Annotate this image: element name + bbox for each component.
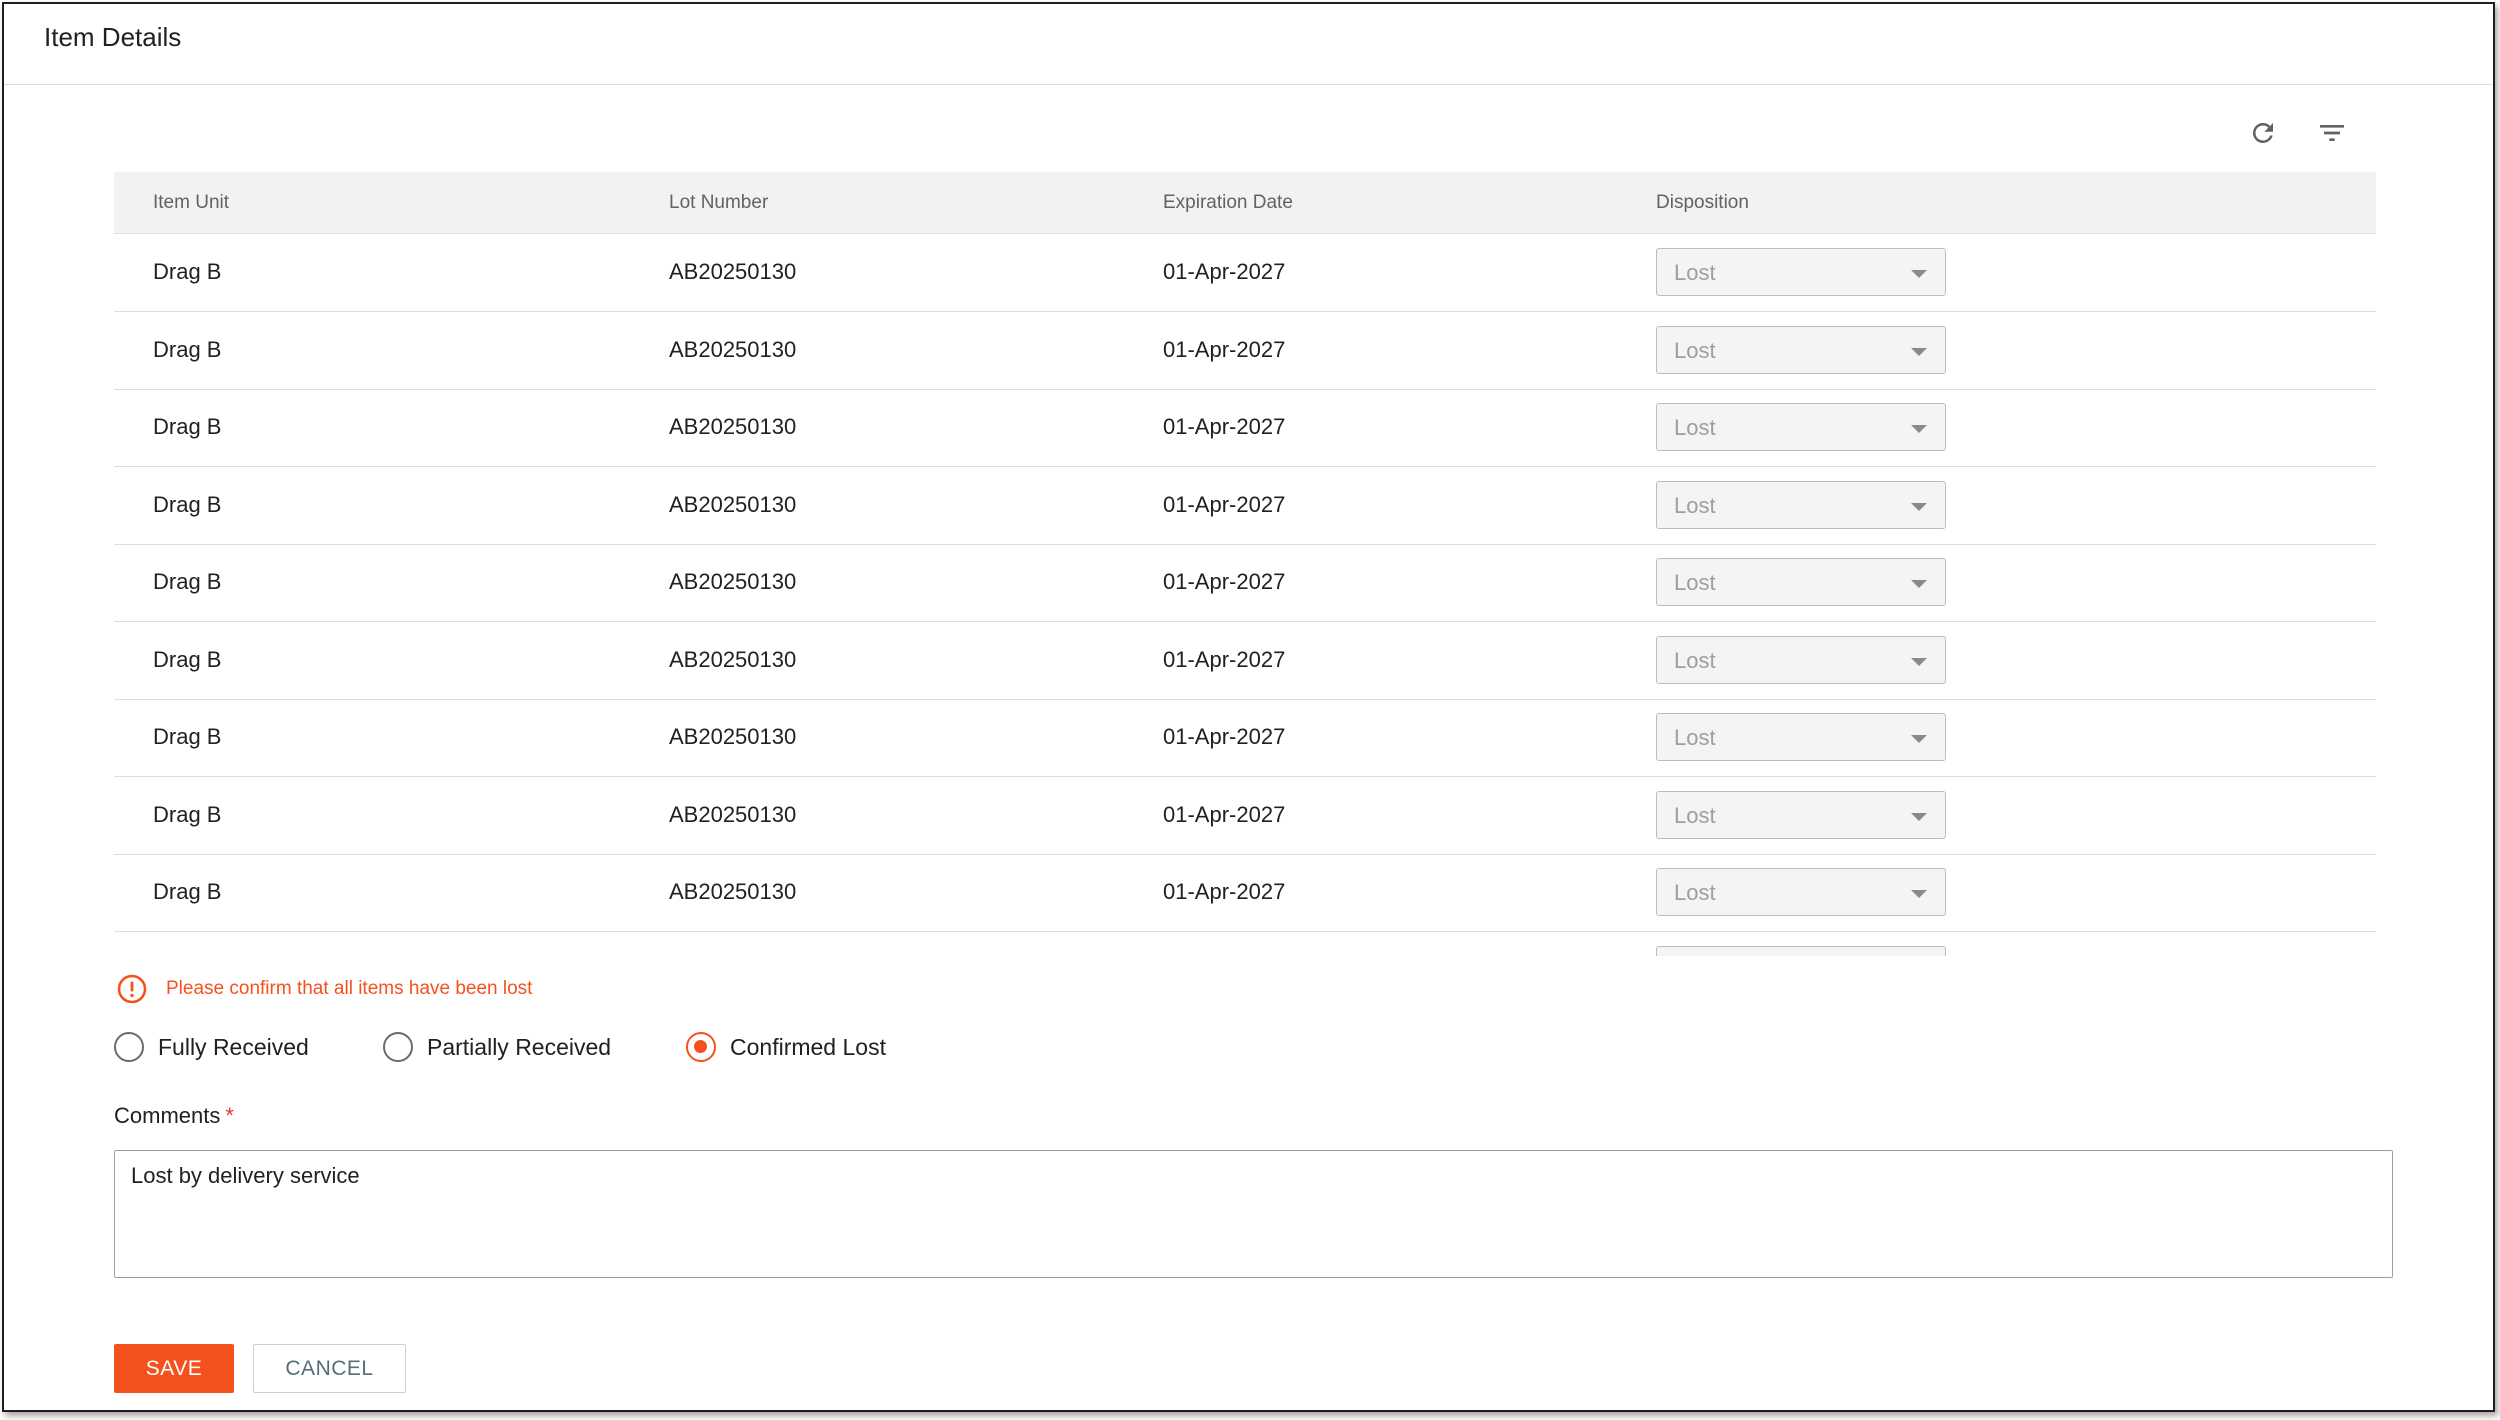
radio-circle-selected[interactable] [686,1032,716,1062]
lot-number-cell: AB20250130 [669,259,797,284]
lot-number-cell: AB20250130 [669,569,797,594]
alert-circle-icon [117,974,147,1004]
table-row: Drag B AB20250130 01-Apr-2027 Lost [114,467,2376,545]
item-unit-cell: Drag B [153,336,222,362]
disposition-select[interactable]: Lost [1656,480,1946,529]
radio-label[interactable]: Partially Received [427,1034,611,1061]
radio-circle[interactable] [383,1032,413,1062]
disposition-select[interactable]: Lost [1656,868,1946,916]
lot-number-cell: AB20250130 [669,414,797,439]
column-header-item-unit[interactable]: Item Unit [153,192,229,214]
radio-confirmed-lost[interactable]: Confirmed Lost [686,1032,886,1062]
lot-number-cell: AB20250130 [669,879,797,904]
expiration-date-cell: 01-Apr-2027 [1163,724,1286,749]
table-header: Item Unit Lot Number Expiration Date Dis… [114,172,2376,234]
expiration-date-cell: 01-Apr-2027 [1163,259,1286,284]
disposition-value: Lost [1674,260,1716,285]
expiration-date-cell: 01-Apr-2027 [1163,336,1286,362]
window-title: Item Details [44,22,182,52]
lot-number-cell: AB20250130 [669,336,797,362]
filter-icon[interactable] [2313,114,2351,152]
table-row: Drag B AB20250130 01-Apr-2027 Lost [114,622,2376,700]
chevron-down-icon [1911,347,1927,356]
chevron-down-icon [1911,502,1927,511]
disposition-value: Lost [1674,725,1716,750]
disposition-select[interactable]: Lost [1656,403,1946,451]
required-marker: * [225,1103,234,1128]
disposition-value: Lost [1674,337,1716,363]
expiration-date-cell: 01-Apr-2027 [1163,801,1286,827]
table-row: Drag B AB20250130 01-Apr-2027 Lost [114,389,2376,467]
item-unit-cell: Drag B [153,569,222,594]
disposition-value: Lost [1674,415,1716,440]
disposition-select[interactable] [1656,945,1946,956]
disposition-value: Lost [1674,880,1716,905]
warning-banner: Please confirm that all items have been … [116,972,532,1006]
chevron-down-icon [1911,425,1927,433]
item-unit-cell: Drag B [153,879,222,904]
table-row: Drag B AB20250130 01-Apr-2027 Lost [114,854,2376,932]
lot-number-cell: AB20250130 [669,724,797,749]
chevron-down-icon [1911,735,1927,743]
chevron-down-icon [1911,890,1927,898]
title-bar: Item Details [4,4,2493,85]
radio-partially-received[interactable]: Partially Received [383,1032,611,1062]
disposition-select[interactable]: Lost [1656,248,1946,296]
chevron-down-icon [1911,580,1927,588]
radio-fully-received[interactable]: Fully Received [114,1032,309,1062]
radio-circle[interactable] [114,1032,144,1062]
table-row-partial [114,932,2376,956]
disposition-select[interactable]: Lost [1656,635,1946,684]
expiration-date-cell: 01-Apr-2027 [1163,879,1286,904]
expiration-date-cell: 01-Apr-2027 [1163,646,1286,672]
lot-number-cell: AB20250130 [669,491,797,517]
item-unit-cell: Drag B [153,414,222,439]
comments-textarea[interactable]: Lost by delivery service [114,1150,2393,1278]
item-unit-cell: Drag B [153,259,222,284]
table-row: Drag B AB20250130 01-Apr-2027 Lost [114,777,2376,855]
radio-label[interactable]: Fully Received [158,1034,309,1061]
chevron-down-icon [1911,812,1927,821]
expiration-date-cell: 01-Apr-2027 [1163,414,1286,439]
disposition-select[interactable]: Lost [1656,558,1946,606]
item-details-window: Item Details Item Unit Lot Number Expira… [2,2,2495,1412]
radio-label[interactable]: Confirmed Lost [730,1034,886,1061]
column-header-lot-number[interactable]: Lot Number [669,192,768,214]
expiration-date-cell: 01-Apr-2027 [1163,491,1286,517]
expiration-date-cell: 01-Apr-2027 [1163,569,1286,594]
table-row: Drag B AB20250130 01-Apr-2027 Lost [114,544,2376,622]
lot-number-cell: AB20250130 [669,646,797,672]
disposition-value: Lost [1674,647,1716,673]
disposition-value: Lost [1674,570,1716,595]
refresh-icon[interactable] [2244,114,2282,152]
item-unit-cell: Drag B [153,724,222,749]
table-row: Drag B AB20250130 01-Apr-2027 Lost [114,699,2376,777]
table-row: Drag B AB20250130 01-Apr-2027 Lost [114,234,2376,312]
comments-label-text: Comments [114,1103,221,1128]
items-table: Item Unit Lot Number Expiration Date Dis… [114,172,2392,956]
column-header-disposition[interactable]: Disposition [1656,192,1749,214]
disposition-select[interactable]: Lost [1656,790,1946,839]
cancel-button[interactable]: CANCEL [253,1344,406,1393]
disposition-value: Lost [1674,492,1716,518]
table-row: Drag B AB20250130 01-Apr-2027 Lost [114,312,2376,390]
chevron-down-icon [1911,657,1927,666]
item-unit-cell: Drag B [153,646,222,672]
save-button[interactable]: SAVE [114,1344,234,1393]
disposition-select[interactable]: Lost [1656,325,1946,374]
disposition-value: Lost [1674,802,1716,828]
lot-number-cell: AB20250130 [669,801,797,827]
column-header-expiration-date[interactable]: Expiration Date [1163,192,1293,214]
comments-label: Comments * [114,1103,234,1129]
disposition-select[interactable]: Lost [1656,713,1946,761]
warning-message: Please confirm that all items have been … [166,978,533,999]
chevron-down-icon [1911,270,1927,278]
item-unit-cell: Drag B [153,801,222,827]
item-unit-cell: Drag B [153,491,222,517]
